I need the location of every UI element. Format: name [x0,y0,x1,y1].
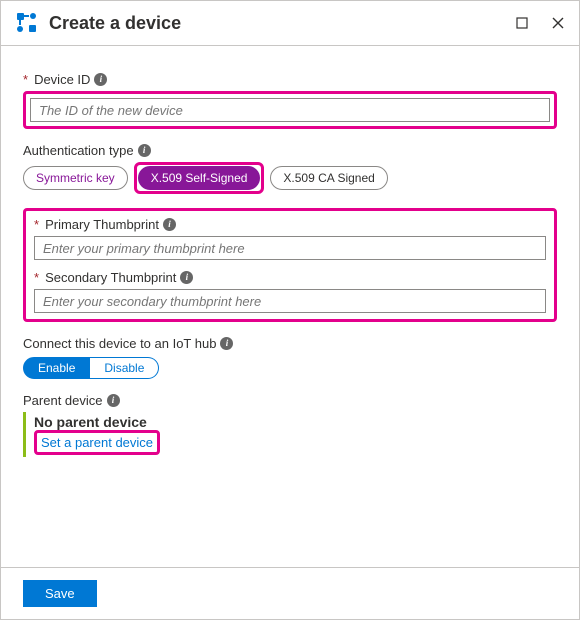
primary-thumb-input[interactable] [34,236,546,260]
titlebar: Create a device [1,1,579,41]
info-icon[interactable]: i [180,271,193,284]
parent-label-row: Parent device i [23,393,557,408]
required-indicator: * [23,72,28,87]
device-id-highlight [23,91,557,129]
panel-title: Create a device [49,13,505,34]
required-indicator: * [34,217,39,232]
parent-section: Parent device i No parent device Set a p… [23,393,557,457]
parent-none-text: No parent device [34,414,557,430]
secondary-thumb-section: * Secondary Thumbprint i [34,270,546,313]
device-id-label-row: * Device ID i [23,72,557,87]
auth-type-options: Symmetric key X.509 Self-Signed X.509 CA… [23,162,557,194]
secondary-thumb-label-row: * Secondary Thumbprint i [34,270,546,285]
device-id-label: Device ID [34,72,90,87]
connect-toggle: Enable Disable [23,357,557,379]
connect-section: Connect this device to an IoT hub i Enab… [23,336,557,379]
primary-thumb-label: Primary Thumbprint [45,217,159,232]
info-icon[interactable]: i [138,144,151,157]
device-id-section: * Device ID i [23,72,557,129]
set-parent-highlight: Set a parent device [34,430,160,455]
connect-label: Connect this device to an IoT hub [23,336,216,351]
secondary-thumb-label: Secondary Thumbprint [45,270,176,285]
info-icon[interactable]: i [220,337,233,350]
iot-logo-icon [15,11,39,35]
close-button[interactable] [551,16,565,30]
parent-label: Parent device [23,393,103,408]
connect-label-row: Connect this device to an IoT hub i [23,336,557,351]
auth-type-label-row: Authentication type i [23,143,557,158]
parent-block: No parent device Set a parent device [23,412,557,457]
thumbprint-highlight: * Primary Thumbprint i * Secondary Thumb… [23,208,557,322]
connect-enable[interactable]: Enable [23,357,90,379]
info-icon[interactable]: i [163,218,176,231]
primary-thumb-label-row: * Primary Thumbprint i [34,217,546,232]
create-device-panel: Create a device * Device ID i Authentica… [0,0,580,620]
device-id-input[interactable] [30,98,550,122]
info-icon[interactable]: i [94,73,107,86]
auth-option-symmetric[interactable]: Symmetric key [23,166,128,190]
auth-type-label: Authentication type [23,143,134,158]
set-parent-link[interactable]: Set a parent device [41,435,153,450]
primary-thumb-section: * Primary Thumbprint i [34,217,546,260]
auth-type-section: Authentication type i Symmetric key X.50… [23,143,557,194]
auth-option-casigned[interactable]: X.509 CA Signed [270,166,387,190]
connect-disable[interactable]: Disable [90,357,159,379]
save-button[interactable]: Save [23,580,97,607]
footer: Save [1,567,579,619]
auth-option-selfsigned[interactable]: X.509 Self-Signed [138,166,261,190]
required-indicator: * [34,270,39,285]
secondary-thumb-input[interactable] [34,289,546,313]
form-content: * Device ID i Authentication type i Symm… [1,46,579,567]
auth-option-selfsigned-highlight: X.509 Self-Signed [134,162,265,194]
maximize-button[interactable] [515,16,529,30]
info-icon[interactable]: i [107,394,120,407]
